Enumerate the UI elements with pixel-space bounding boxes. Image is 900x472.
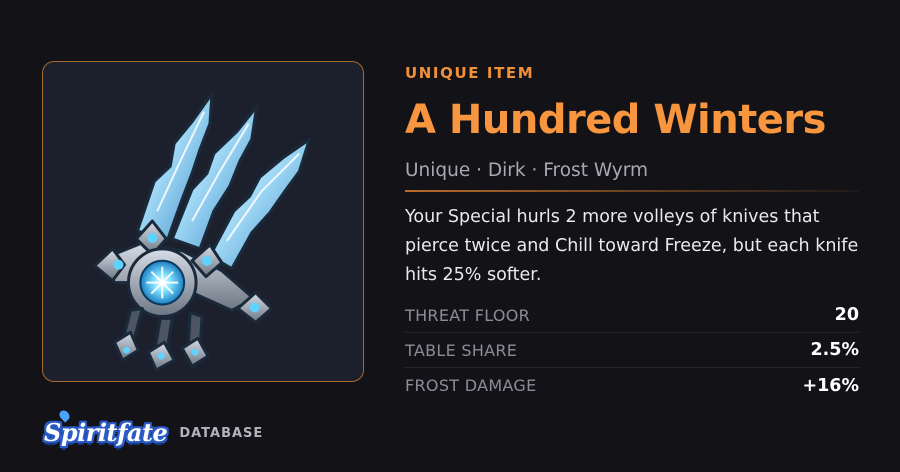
stat-label: FROST DAMAGE	[405, 376, 537, 395]
spiritfate-logo: Spiritfate	[44, 407, 168, 447]
brand: Spiritfate DATABASE	[44, 407, 264, 452]
divider	[405, 190, 859, 192]
item-image-frame	[42, 61, 364, 382]
stat-row: TABLE SHARE 2.5%	[405, 333, 859, 368]
item-title: A Hundred Winters	[405, 97, 826, 143]
item-description: Your Special hurls 2 more volleys of kni…	[405, 207, 859, 285]
stat-value: 20	[834, 305, 859, 325]
item-page: Spiritfate DATABASE UNIQUE ITEM A Hundre…	[0, 0, 900, 472]
brand-logo-text: Spiritfate	[44, 417, 168, 447]
item-rarity-label: UNIQUE ITEM	[405, 64, 535, 82]
stat-row: FROST DAMAGE +16%	[405, 368, 859, 403]
stat-label: TABLE SHARE	[405, 340, 518, 360]
stat-value: +16%	[802, 375, 859, 396]
item-subtitle: Unique · Dirk · Frost Wyrm	[405, 160, 649, 181]
stats-table: THREAT FLOOR 20 TABLE SHARE 2.5% FROST D…	[405, 298, 859, 403]
stat-row: THREAT FLOOR 20	[405, 298, 859, 333]
item-info: UNIQUE ITEM A Hundred Winters Unique · D…	[405, 62, 859, 403]
stat-value: 2.5%	[810, 340, 859, 360]
frost-dirk-icon	[93, 92, 311, 372]
brand-subtitle: DATABASE	[179, 425, 264, 441]
stat-label: THREAT FLOOR	[405, 305, 531, 325]
